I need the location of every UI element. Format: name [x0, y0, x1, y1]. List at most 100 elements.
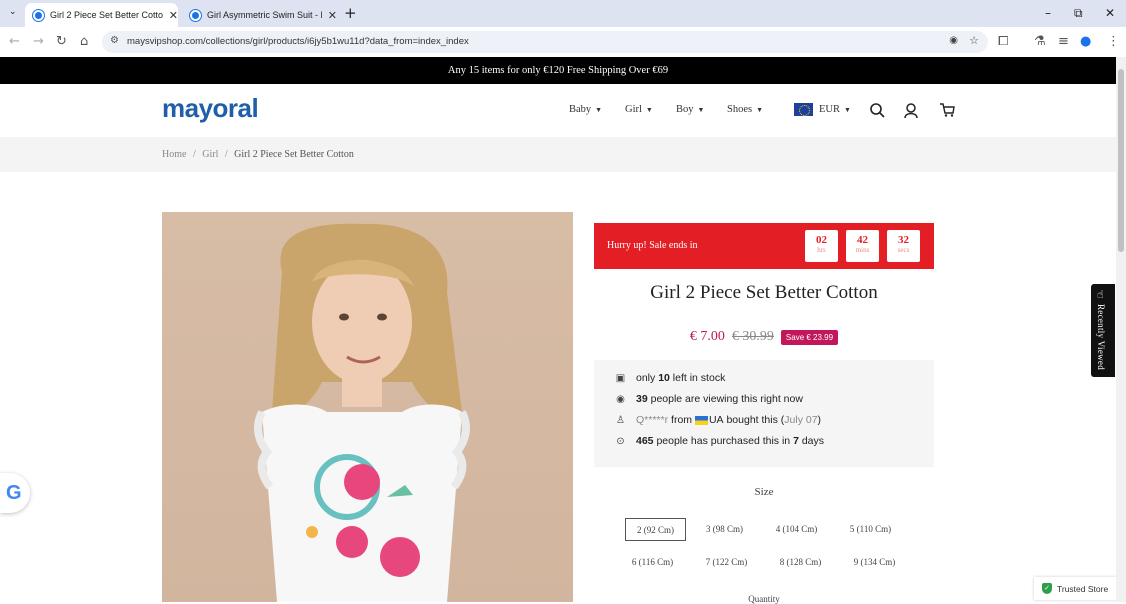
size-option[interactable]: 8 (128 Cm) — [770, 551, 831, 574]
site-logo[interactable]: mayoral — [162, 93, 259, 124]
ua-flag-icon — [694, 415, 708, 425]
nav-label: Shoes — [727, 104, 753, 115]
cart-icon[interactable] — [940, 103, 955, 117]
scrollbar-thumb[interactable] — [1118, 69, 1124, 252]
extensions-icon[interactable]: ⧠ — [998, 34, 1008, 49]
tab-title: Girl Asymmetric Swim Suit - Ma — [207, 10, 322, 20]
size-option[interactable]: 5 (110 Cm) — [840, 518, 901, 541]
size-option[interactable]: 9 (134 Cm) — [844, 551, 905, 574]
buyer-name: Q*****r — [636, 414, 669, 426]
buyer-bought: bought this ( — [726, 414, 785, 426]
browser-toolbar: ← → ↻ ⌂ ⚙ maysvipshop.com/collections/gi… — [0, 27, 1126, 57]
nav-girl[interactable]: Girl ▼ — [625, 104, 653, 115]
breadcrumb-bar: Home / Girl / Girl 2 Piece Set Better Co… — [0, 137, 1116, 172]
profile-icon[interactable]: ● — [1080, 34, 1091, 49]
caret-down-icon: ▼ — [645, 105, 653, 114]
caret-down-icon: ▼ — [756, 105, 764, 114]
new-tab-icon[interactable]: + — [344, 4, 357, 22]
tab-title: Girl 2 Piece Set Better Cotton — [50, 10, 163, 20]
currency-selector[interactable]: EUR ▼ — [794, 103, 851, 116]
original-price: € 30.99 — [731, 329, 774, 344]
nav-label: Girl — [625, 104, 642, 115]
user-icon[interactable] — [904, 103, 918, 118]
person-icon: ♙ — [616, 414, 625, 426]
menu-dots-icon[interactable]: ⋮ — [1107, 34, 1120, 49]
viewers-count: 39 — [636, 393, 648, 405]
size-option[interactable]: 3 (98 Cm) — [694, 518, 755, 541]
size-option[interactable]: 7 (122 Cm) — [696, 551, 757, 574]
minimize-icon[interactable]: – — [1045, 6, 1051, 20]
nav-boy[interactable]: Boy ▼ — [676, 104, 704, 115]
tab-list-icon[interactable]: ⌄ — [9, 7, 17, 17]
save-badge: Save € 23.99 — [780, 329, 839, 345]
caret-down-icon: ▼ — [595, 105, 603, 114]
restore-icon[interactable]: ⧉ — [1074, 6, 1083, 21]
nav-label: Baby — [569, 104, 592, 115]
viewers-row: ◉ 39 people are viewing this right now — [614, 393, 803, 405]
seconds-value: 32 — [898, 234, 909, 246]
purchased-text: people has purchased this in — [656, 435, 791, 447]
dollar-icon: ⊙ — [616, 435, 625, 447]
minutes-box: 42 mins — [846, 230, 879, 262]
media-icon[interactable]: ≡ — [1058, 34, 1069, 49]
back-icon[interactable]: ← — [9, 34, 20, 49]
stock-row: ▣ only 10 left in stock — [614, 372, 726, 384]
size-option[interactable]: 4 (104 Cm) — [766, 518, 827, 541]
promo-bar[interactable]: Any 15 items for only €120 Free Shipping… — [0, 57, 1116, 84]
url-text: maysvipshop.com/collections/girl/product… — [127, 36, 469, 47]
reload-icon[interactable]: ↻ — [56, 34, 67, 49]
caret-down-icon: ▼ — [844, 105, 851, 114]
recently-viewed-tab[interactable]: ☝ Recently Viewed — [1091, 284, 1115, 377]
minutes-value: 42 — [857, 234, 868, 246]
price-row: € 7.00 € 30.99 Save € 23.99 — [594, 329, 934, 345]
quantity-label: Quantity — [748, 594, 780, 604]
google-icon[interactable]: G — [0, 473, 30, 513]
purchased-row: ⊙ 465 people has purchased this in 7 day… — [614, 435, 824, 447]
stock-count: 10 — [658, 372, 670, 384]
nav-shoes[interactable]: Shoes ▼ — [727, 104, 763, 115]
stock-pre: only — [636, 372, 656, 384]
sale-price: € 7.00 — [689, 329, 725, 344]
labs-icon[interactable]: ⚗ — [1034, 34, 1046, 49]
close-window-icon[interactable]: ✕ — [1105, 6, 1115, 20]
close-tab-icon[interactable]: ✕ — [169, 9, 178, 22]
site-info-icon[interactable]: ⚙ — [110, 35, 119, 46]
buyer-close: ) — [817, 414, 822, 426]
seconds-box: 32 secs — [887, 230, 920, 262]
address-bar[interactable]: ⚙ maysvipshop.com/collections/girl/produ… — [102, 31, 988, 53]
bookmark-star-icon[interactable]: ☆ — [969, 34, 979, 47]
box-icon: ▣ — [615, 372, 626, 384]
eu-flag-icon — [794, 103, 813, 116]
trusted-label: Trusted Store — [1057, 583, 1109, 594]
nav-label: Boy — [676, 104, 694, 115]
home-icon[interactable]: ⌂ — [80, 34, 88, 49]
eye-off-icon[interactable]: ◉ — [949, 35, 958, 46]
trusted-store-badge[interactable]: ✓ Trusted Store — [1034, 577, 1116, 600]
seconds-unit: secs — [897, 246, 910, 254]
purchased-days: 7 — [793, 435, 799, 447]
size-label: Size — [754, 486, 774, 498]
tab-inactive[interactable]: Girl Asymmetric Swim Suit - Ma ✕ — [182, 3, 337, 27]
favicon-icon — [190, 9, 201, 21]
size-option[interactable]: 2 (92 Cm) — [625, 518, 686, 541]
purchased-days-label: days — [801, 435, 825, 447]
breadcrumb-girl[interactable]: Girl — [202, 149, 218, 160]
product-photo — [254, 223, 470, 602]
browser-tabbar: ⌄ Girl 2 Piece Set Better Cotton ✕ Girl … — [0, 0, 1126, 27]
size-option[interactable]: 6 (116 Cm) — [622, 551, 683, 574]
product-image[interactable] — [162, 212, 573, 602]
breadcrumb-separator: / — [192, 149, 196, 160]
product-title: Girl 2 Piece Set Better Cotton — [650, 282, 878, 303]
nav-baby[interactable]: Baby ▼ — [569, 104, 602, 115]
hand-pointer-icon: ☝ — [1097, 288, 1104, 301]
breadcrumb-home[interactable]: Home — [162, 149, 186, 160]
search-icon[interactable] — [870, 103, 885, 118]
stock-post: left in stock — [672, 372, 726, 384]
forward-icon[interactable]: → — [33, 34, 44, 49]
close-tab-icon[interactable]: ✕ — [328, 9, 337, 22]
scrollbar[interactable] — [1116, 57, 1126, 602]
tab-active[interactable]: Girl 2 Piece Set Better Cotton ✕ — [25, 3, 178, 27]
hours-value: 02 — [816, 234, 827, 246]
buyer-country: UA — [708, 414, 724, 426]
caret-down-icon: ▼ — [697, 105, 705, 114]
